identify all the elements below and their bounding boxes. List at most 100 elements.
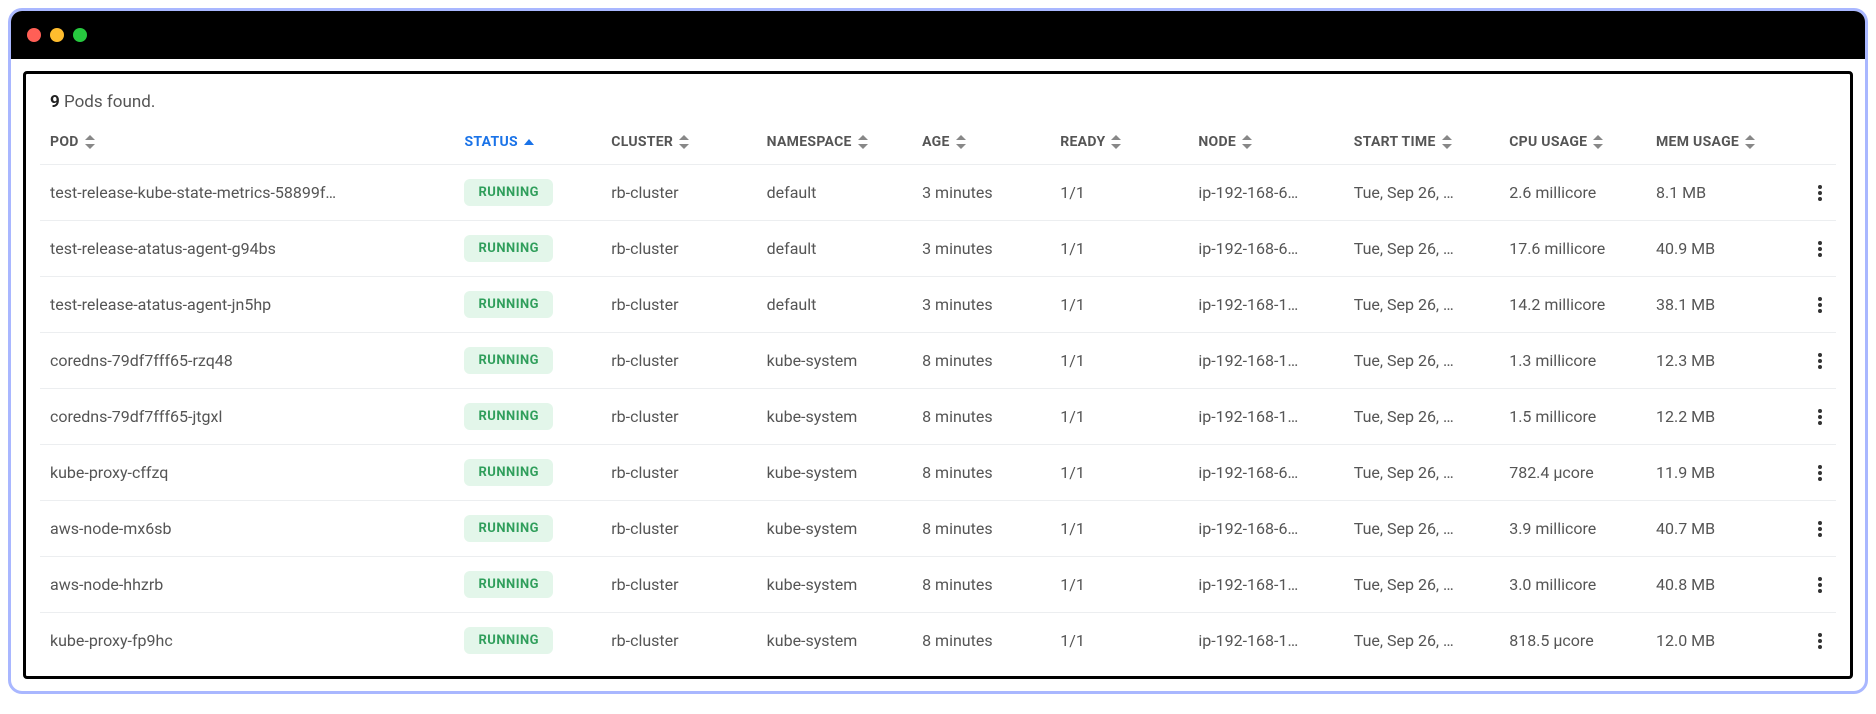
result-label: Pods found.	[64, 92, 155, 112]
cell-node[interactable]: ip-192-168-1…	[1188, 333, 1343, 389]
cell-cpu: 782.4 µcore	[1499, 445, 1646, 501]
cell-cluster[interactable]: rb-cluster	[601, 501, 756, 557]
row-actions-menu-icon[interactable]	[1811, 353, 1829, 369]
sort-icon	[1111, 135, 1121, 149]
cell-cluster[interactable]: rb-cluster	[601, 389, 756, 445]
row-actions-menu-icon[interactable]	[1811, 185, 1829, 201]
sort-icon	[1442, 135, 1452, 149]
cell-pod: test-release-atatus-agent-jn5hp	[40, 277, 454, 333]
cell-mem: 8.1 MB	[1646, 165, 1801, 221]
cell-pod: kube-proxy-fp9hc	[40, 613, 454, 669]
col-header-namespace[interactable]: NAMESPACE	[757, 126, 912, 165]
row-actions-menu-icon[interactable]	[1811, 297, 1829, 313]
status-badge: RUNNING	[464, 459, 553, 486]
table-row: aws-node-hhzrbRUNNINGrb-clusterkube-syst…	[40, 557, 1836, 613]
cell-cluster[interactable]: rb-cluster	[601, 221, 756, 277]
cell-status: RUNNING	[454, 557, 601, 613]
cell-cpu: 14.2 millicore	[1499, 277, 1646, 333]
panel: 9 Pods found. POD STATUS CLUSTER NAMESPA…	[23, 71, 1853, 679]
cell-status: RUNNING	[454, 501, 601, 557]
col-header-ready[interactable]: READY	[1050, 126, 1188, 165]
sort-icon	[679, 135, 689, 149]
cell-node[interactable]: ip-192-168-1…	[1188, 277, 1343, 333]
cell-node[interactable]: ip-192-168-6…	[1188, 501, 1343, 557]
status-badge: RUNNING	[464, 347, 553, 374]
cell-cluster[interactable]: rb-cluster	[601, 557, 756, 613]
cell-namespace[interactable]: kube-system	[757, 501, 912, 557]
cell-node[interactable]: ip-192-168-6…	[1188, 165, 1343, 221]
sort-icon	[1745, 135, 1755, 149]
cell-ready: 1/1	[1050, 445, 1188, 501]
row-actions-menu-icon[interactable]	[1811, 521, 1829, 537]
cell-namespace[interactable]: kube-system	[757, 389, 912, 445]
col-header-mem[interactable]: MEM USAGE	[1646, 126, 1801, 165]
cell-age: 8 minutes	[912, 501, 1050, 557]
col-header-node[interactable]: NODE	[1188, 126, 1343, 165]
cell-cluster[interactable]: rb-cluster	[601, 165, 756, 221]
cell-namespace[interactable]: default	[757, 277, 912, 333]
cell-start-time: Tue, Sep 26, …	[1344, 613, 1499, 669]
cell-status: RUNNING	[454, 445, 601, 501]
cell-age: 8 minutes	[912, 557, 1050, 613]
cell-node[interactable]: ip-192-168-6…	[1188, 445, 1343, 501]
cell-age: 8 minutes	[912, 613, 1050, 669]
cell-cluster[interactable]: rb-cluster	[601, 333, 756, 389]
status-badge: RUNNING	[464, 571, 553, 598]
cell-ready: 1/1	[1050, 277, 1188, 333]
result-summary: 9 Pods found.	[50, 92, 1836, 112]
cell-pod: coredns-79df7fff65-jtgxl	[40, 389, 454, 445]
cell-actions	[1801, 613, 1836, 669]
cell-cpu: 1.3 millicore	[1499, 333, 1646, 389]
window-minimize-icon[interactable]	[50, 28, 64, 42]
col-header-pod[interactable]: POD	[40, 126, 454, 165]
col-header-start-time[interactable]: START TIME	[1344, 126, 1499, 165]
row-actions-menu-icon[interactable]	[1811, 409, 1829, 425]
cell-start-time: Tue, Sep 26, …	[1344, 501, 1499, 557]
cell-actions	[1801, 165, 1836, 221]
cell-namespace[interactable]: default	[757, 165, 912, 221]
row-actions-menu-icon[interactable]	[1811, 241, 1829, 257]
cell-namespace[interactable]: kube-system	[757, 557, 912, 613]
col-header-age[interactable]: AGE	[912, 126, 1050, 165]
cell-node[interactable]: ip-192-168-1…	[1188, 557, 1343, 613]
cell-namespace[interactable]: default	[757, 221, 912, 277]
cell-ready: 1/1	[1050, 613, 1188, 669]
cell-pod: coredns-79df7fff65-rzq48	[40, 333, 454, 389]
cell-cpu: 3.9 millicore	[1499, 501, 1646, 557]
col-header-cluster[interactable]: CLUSTER	[601, 126, 756, 165]
cell-mem: 40.8 MB	[1646, 557, 1801, 613]
cell-ready: 1/1	[1050, 165, 1188, 221]
cell-actions	[1801, 557, 1836, 613]
cell-cluster[interactable]: rb-cluster	[601, 277, 756, 333]
cell-mem: 12.0 MB	[1646, 613, 1801, 669]
cell-status: RUNNING	[454, 613, 601, 669]
cell-node[interactable]: ip-192-168-6…	[1188, 221, 1343, 277]
cell-actions	[1801, 389, 1836, 445]
row-actions-menu-icon[interactable]	[1811, 633, 1829, 649]
row-actions-menu-icon[interactable]	[1811, 465, 1829, 481]
cell-ready: 1/1	[1050, 221, 1188, 277]
col-header-cpu[interactable]: CPU USAGE	[1499, 126, 1646, 165]
cell-mem: 12.3 MB	[1646, 333, 1801, 389]
cell-namespace[interactable]: kube-system	[757, 333, 912, 389]
cell-cluster[interactable]: rb-cluster	[601, 613, 756, 669]
cell-pod: test-release-kube-state-metrics-58899f…	[40, 165, 454, 221]
cell-cluster[interactable]: rb-cluster	[601, 445, 756, 501]
cell-status: RUNNING	[454, 277, 601, 333]
cell-node[interactable]: ip-192-168-1…	[1188, 613, 1343, 669]
table-row: coredns-79df7fff65-jtgxl RUNNING rb-cluste…	[40, 389, 1836, 445]
cell-actions	[1801, 501, 1836, 557]
cell-node[interactable]: ip-192-168-1…	[1188, 389, 1343, 445]
cell-namespace[interactable]: kube-system	[757, 445, 912, 501]
sort-icon	[1242, 135, 1252, 149]
window-zoom-icon[interactable]	[73, 28, 87, 42]
row-actions-menu-icon[interactable]	[1811, 577, 1829, 593]
content-area: 9 Pods found. POD STATUS CLUSTER NAMESPA…	[11, 59, 1865, 691]
window-close-icon[interactable]	[27, 28, 41, 42]
cell-status: RUNNING	[454, 333, 601, 389]
table-row: aws-node-mx6sbRUNNINGrb-clusterkube-syst…	[40, 501, 1836, 557]
table-row: kube-proxy-cffzqRUNNINGrb-clusterkube-sy…	[40, 445, 1836, 501]
col-header-status[interactable]: STATUS	[454, 126, 601, 165]
status-badge: RUNNING	[464, 403, 553, 430]
cell-namespace[interactable]: kube-system	[757, 613, 912, 669]
